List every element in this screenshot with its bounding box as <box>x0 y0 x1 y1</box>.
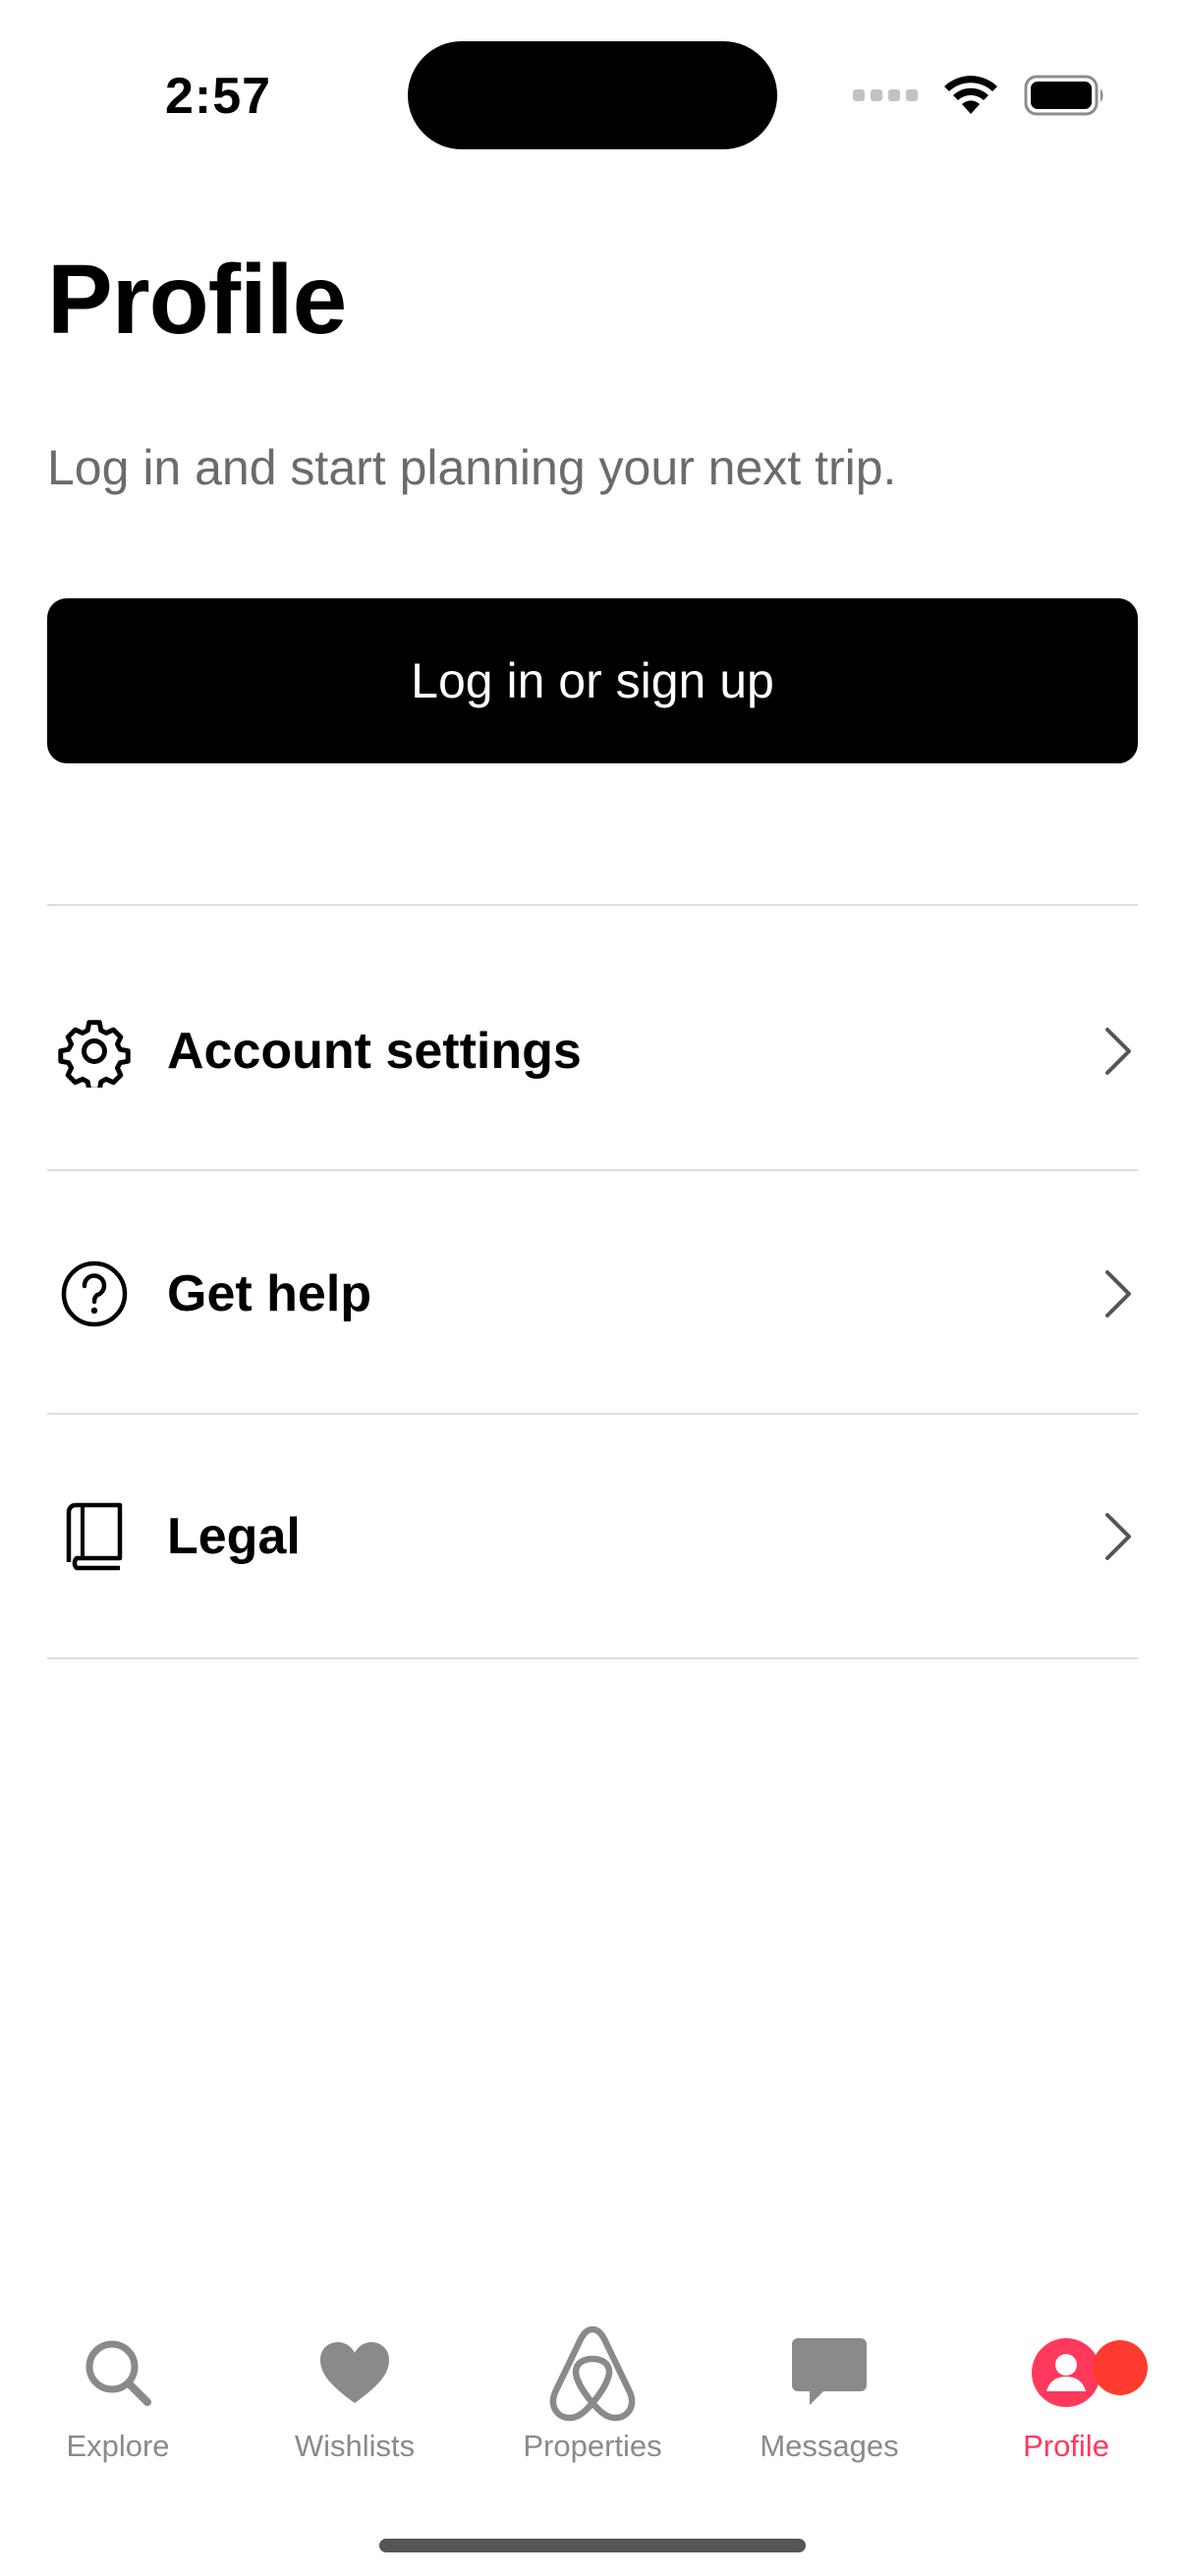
tab-explore[interactable]: Explore <box>20 2319 216 2495</box>
tab-label: Explore <box>66 2429 170 2463</box>
menu-item-label: Account settings <box>167 1023 582 1080</box>
chevron-right-icon <box>1099 1507 1138 1566</box>
gear-icon <box>55 1012 134 1091</box>
tab-label: Properties <box>523 2429 662 2463</box>
tab-label: Messages <box>760 2429 899 2463</box>
message-icon <box>775 2319 883 2427</box>
profile-screen: 2:57 Profile Log in and start planning y… <box>0 0 1185 2576</box>
notification-badge <box>1093 2340 1148 2395</box>
divider <box>47 904 1138 906</box>
help-circle-icon <box>55 1255 134 1333</box>
status-icons <box>853 71 1106 120</box>
tab-properties[interactable]: Properties <box>494 2319 691 2495</box>
divider <box>47 1413 1138 1415</box>
menu-item-get-help[interactable]: Get help <box>47 1235 1138 1353</box>
tab-bar: Explore Wishlists Properties Messages Pr… <box>0 2319 1185 2495</box>
status-time: 2:57 <box>165 68 272 125</box>
tab-messages[interactable]: Messages <box>731 2319 928 2495</box>
wifi-icon <box>944 76 997 114</box>
page-subtitle: Log in and start planning your next trip… <box>47 440 897 495</box>
tab-label: Wishlists <box>294 2429 416 2463</box>
battery-icon <box>1024 75 1103 116</box>
menu-item-label: Legal <box>167 1508 301 1565</box>
divider <box>47 1169 1138 1171</box>
book-icon <box>55 1497 134 1576</box>
menu-item-account-settings[interactable]: Account settings <box>47 992 1138 1110</box>
menu-item-label: Get help <box>167 1265 372 1322</box>
tab-label: Profile <box>1023 2429 1109 2463</box>
chevron-right-icon <box>1099 1264 1138 1323</box>
login-signup-label: Log in or sign up <box>411 653 774 708</box>
search-icon <box>64 2319 172 2427</box>
tab-wishlists[interactable]: Wishlists <box>256 2319 453 2495</box>
chevron-right-icon <box>1099 1022 1138 1081</box>
divider <box>47 1657 1138 1659</box>
page-title: Profile <box>47 245 347 355</box>
home-indicator[interactable] <box>379 2539 806 2552</box>
login-signup-button[interactable]: Log in or sign up <box>47 598 1138 763</box>
signal-icon <box>853 89 918 101</box>
menu-item-legal[interactable]: Legal <box>47 1478 1138 1596</box>
airbnb-logo-icon <box>538 2319 647 2427</box>
dynamic-island <box>408 41 777 149</box>
heart-icon <box>301 2319 409 2427</box>
